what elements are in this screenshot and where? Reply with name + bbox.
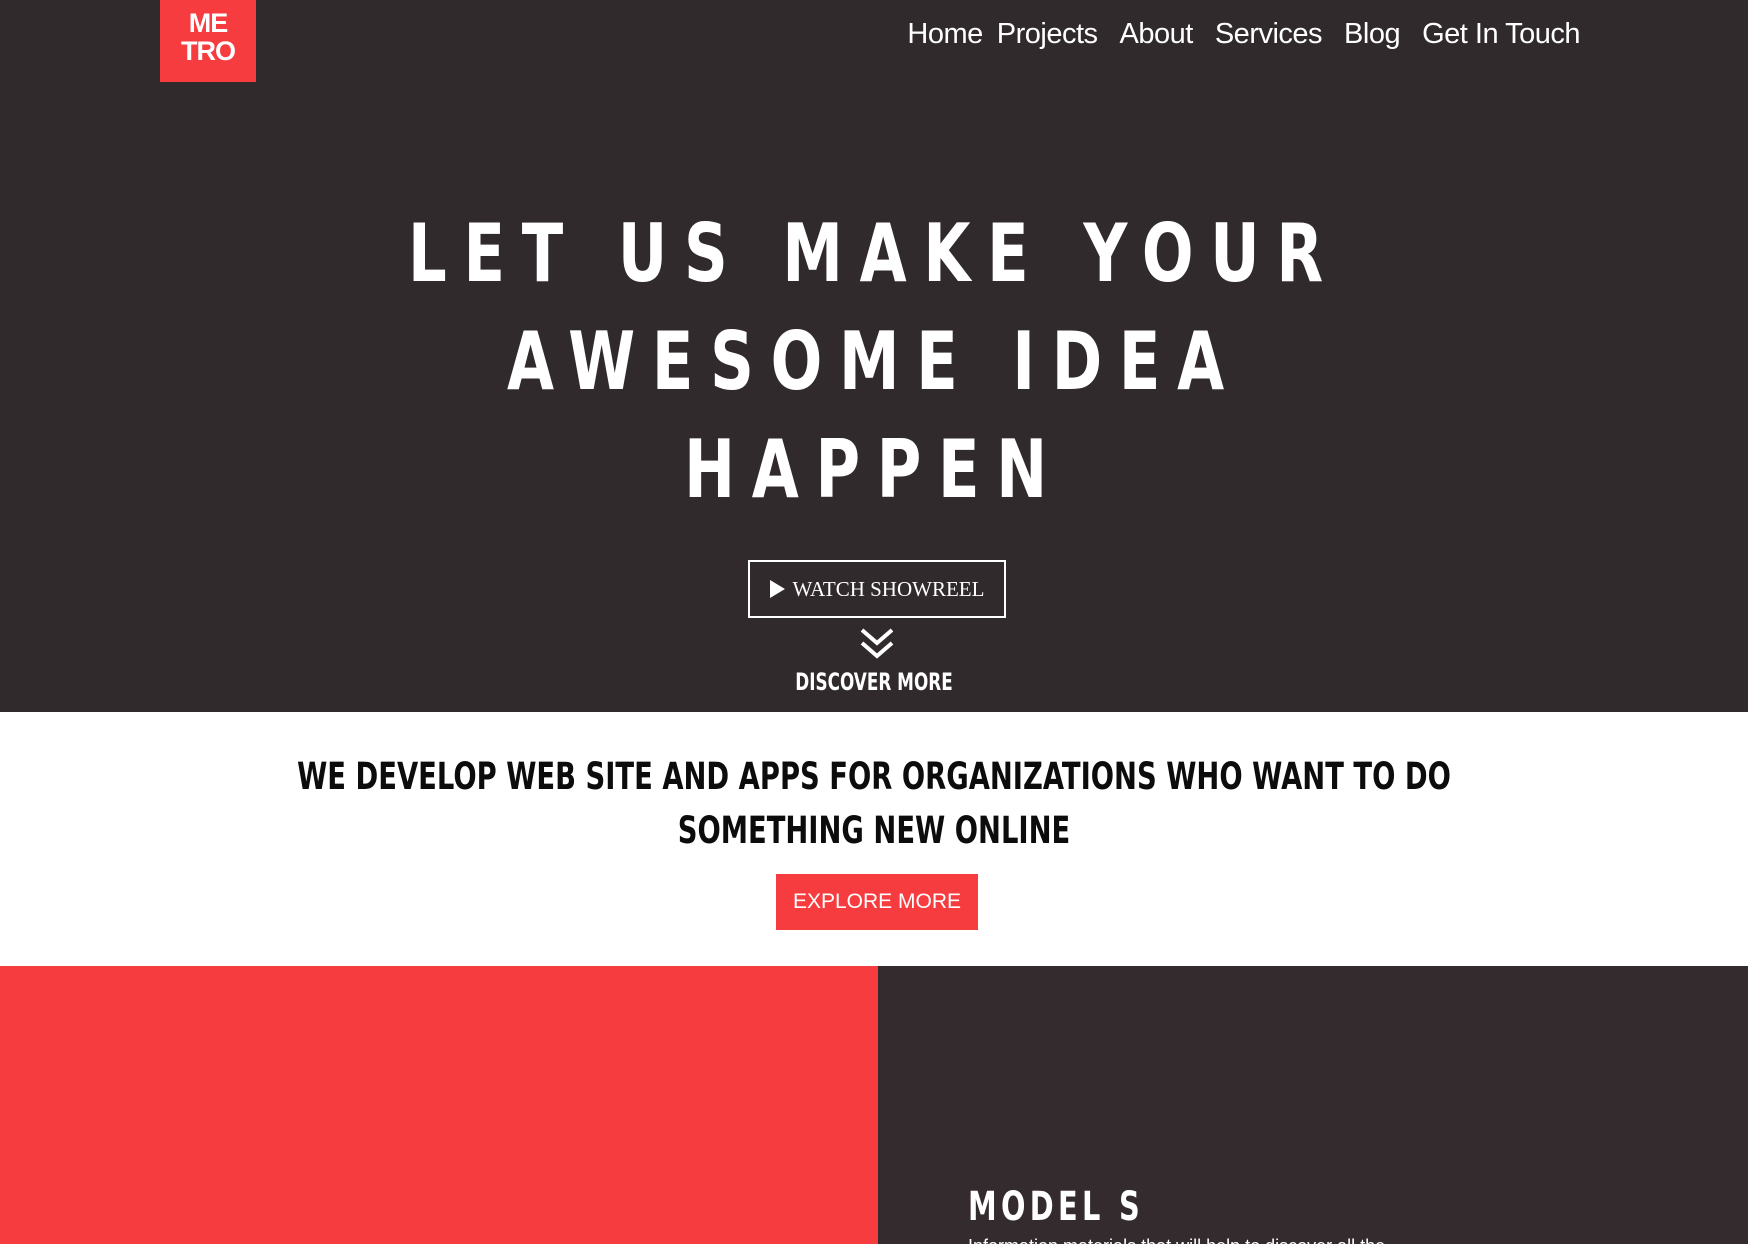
discover-more-link[interactable]: DISCOVER MORE (192, 668, 1555, 696)
logo-line-2: TRO (181, 36, 236, 66)
explore-more-button[interactable]: EXPLORE MORE (776, 874, 978, 930)
intro-heading: WE DEVELOP WEB SITE AND APPS FOR ORGANIZ… (227, 750, 1521, 858)
hero-headline-line-2: AWESOME IDEA (507, 315, 1241, 408)
logo-line-1: ME (188, 8, 229, 38)
nav-item-get-in-touch[interactable]: Get In Touch (1422, 18, 1580, 51)
feature-description: Information materials that will help to … (968, 1236, 1385, 1244)
hero-headline-line-3: HAPPEN (684, 423, 1064, 516)
play-icon (769, 580, 785, 598)
feature-image-panel (0, 966, 878, 1244)
nav-item-home[interactable]: Home (907, 18, 983, 51)
main-nav: Home Projects About Services Blog Get In… (907, 18, 1580, 51)
watch-showreel-label: WATCH SHOWREEL (792, 576, 985, 601)
feature-text-panel: MODEL S Information materials that will … (878, 966, 1748, 1244)
nav-item-about[interactable]: About (1120, 18, 1194, 51)
hero-section: ME TRO Home Projects About Services Blog… (0, 0, 1748, 712)
nav-item-projects[interactable]: Projects (997, 18, 1098, 51)
site-logo[interactable]: ME TRO (160, 0, 256, 82)
hero-headline: LET US MAKE YOUR AWESOME IDEA HAPPEN (210, 200, 1538, 524)
feature-title: MODEL S (968, 1184, 1145, 1230)
page: ME TRO Home Projects About Services Blog… (0, 0, 1748, 1244)
double-chevron-down-icon[interactable] (859, 626, 895, 662)
nav-item-blog[interactable]: Blog (1344, 18, 1401, 51)
intro-section: WE DEVELOP WEB SITE AND APPS FOR ORGANIZ… (0, 712, 1748, 966)
intro-heading-line-2: SOMETHING NEW ONLINE (677, 809, 1071, 852)
intro-heading-line-1: WE DEVELOP WEB SITE AND APPS FOR ORGANIZ… (297, 755, 1451, 798)
hero-headline-line-1: LET US MAKE YOUR (408, 207, 1340, 300)
nav-item-services[interactable]: Services (1215, 18, 1323, 51)
watch-showreel-button[interactable]: WATCH SHOWREEL (748, 560, 1006, 618)
